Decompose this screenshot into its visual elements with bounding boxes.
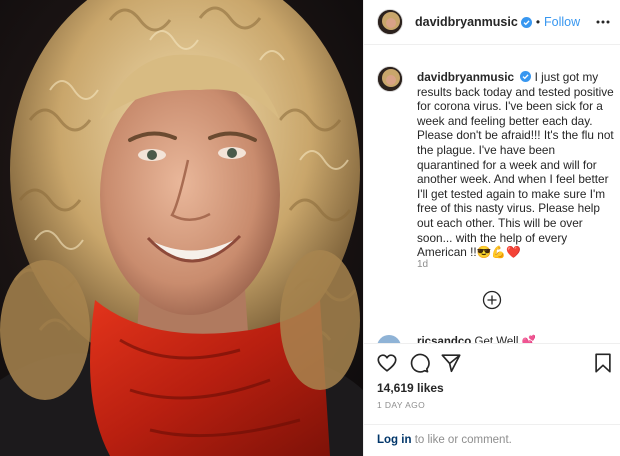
action-bar: 14,619 likes 1 DAY AGO Log in to like or… — [364, 343, 620, 456]
post-side-panel: davidbryanmusic • Follow davidbryanmusic — [363, 0, 620, 456]
post-header: davidbryanmusic • Follow — [364, 0, 620, 45]
caption-time[interactable]: 1d — [417, 259, 428, 270]
avatar[interactable] — [377, 9, 403, 35]
portrait-image — [0, 0, 363, 456]
post-photo — [0, 0, 363, 456]
separator-dot: • — [535, 15, 541, 29]
caption-avatar[interactable] — [377, 66, 403, 92]
heart-icon[interactable] — [376, 352, 398, 374]
login-prompt: Log in to like or comment. — [364, 424, 620, 456]
post-date[interactable]: 1 DAY AGO — [377, 400, 425, 410]
caption-username[interactable]: davidbryanmusic — [417, 70, 514, 84]
caption-text: I just got my results back today and tes… — [417, 70, 614, 260]
verified-badge-icon — [520, 16, 532, 28]
likes-count[interactable]: 14,619 likes — [377, 381, 444, 395]
comment-bubble-icon[interactable] — [408, 352, 430, 374]
follow-button[interactable]: Follow — [544, 15, 580, 29]
add-circle-icon[interactable] — [482, 290, 502, 310]
bookmark-icon[interactable] — [592, 352, 614, 374]
verified-badge-icon — [520, 71, 532, 82]
login-link[interactable]: Log in — [377, 434, 412, 446]
more-options-icon[interactable] — [595, 14, 611, 30]
send-icon[interactable] — [440, 352, 462, 374]
caption-text-block: davidbryanmusic I just got my results ba… — [417, 70, 615, 260]
login-prompt-text: to like or comment. — [411, 434, 512, 446]
username[interactable]: davidbryanmusic — [415, 15, 518, 29]
